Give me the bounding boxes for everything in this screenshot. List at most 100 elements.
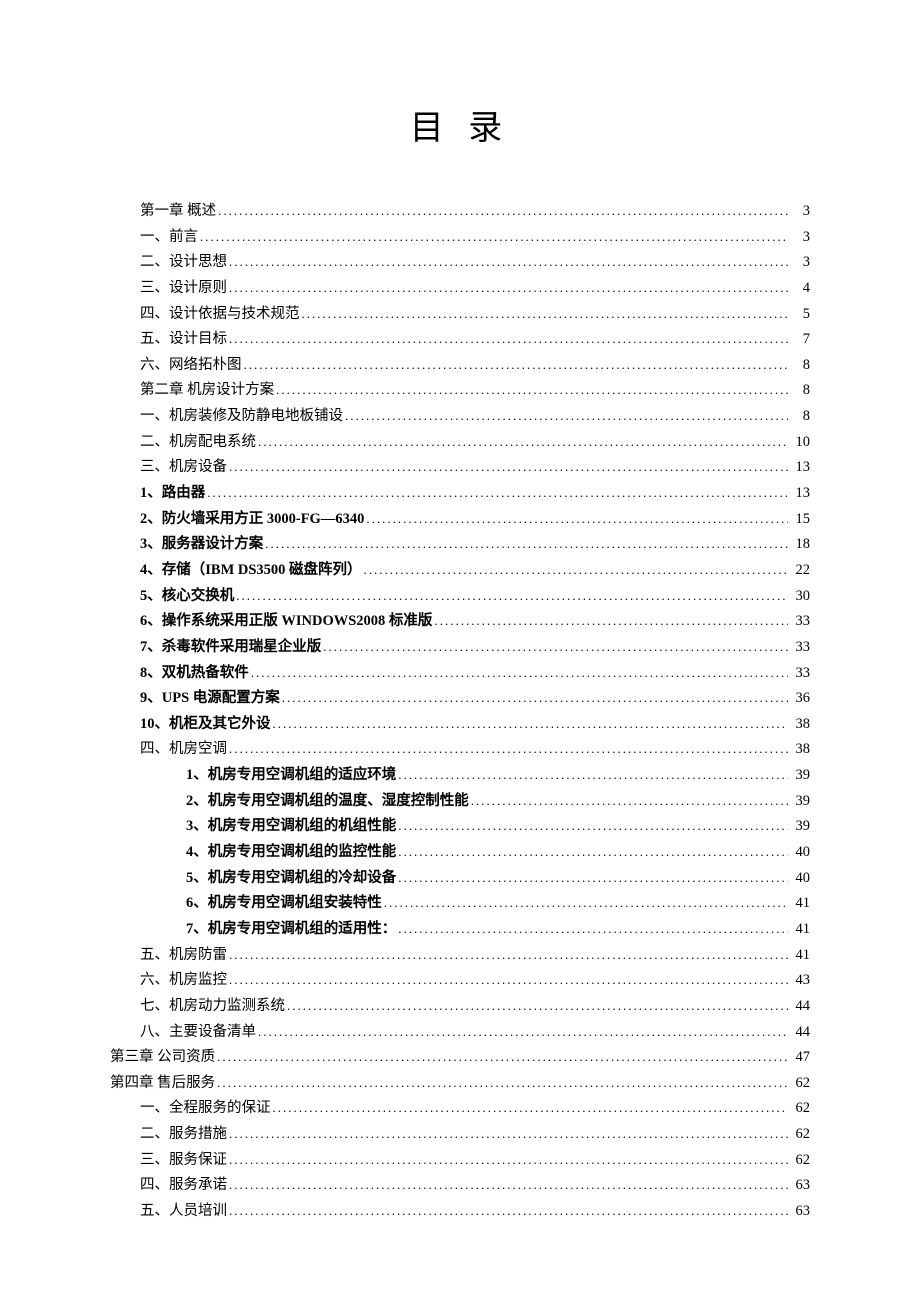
table-of-contents: 第一章 概述3一、前言3二、设计思想3三、设计原则4四、设计依据与技术规范5五、… <box>110 199 810 1224</box>
toc-entry-page: 3 <box>790 250 810 275</box>
toc-entry-label: 一、全程服务的保证 <box>140 1096 271 1121</box>
toc-entry[interactable]: 3、服务器设计方案 18 <box>110 532 810 557</box>
toc-entry-page: 41 <box>790 917 810 942</box>
toc-entry[interactable]: 4、存储（IBM DS3500 磁盘阵列）22 <box>110 558 810 583</box>
toc-entry[interactable]: 第一章 概述3 <box>110 199 810 224</box>
toc-entry-label: 4、机房专用空调机组的监控性能 <box>186 840 396 865</box>
toc-entry-page: 13 <box>790 481 810 506</box>
toc-leader-dots <box>229 1122 788 1147</box>
toc-entry-page: 63 <box>790 1173 810 1198</box>
toc-entry[interactable]: 1、路由器13 <box>110 481 810 506</box>
toc-entry[interactable]: 五、人员培训63 <box>110 1199 810 1224</box>
toc-entry[interactable]: 四、设计依据与技术规范5 <box>110 302 810 327</box>
toc-entry-page: 22 <box>790 558 810 583</box>
toc-entry-label: 6、操作系统采用正版 WINDOWS2008 标准版 <box>140 609 432 634</box>
toc-leader-dots <box>398 840 788 865</box>
toc-entry-label: 第三章 公司资质 <box>110 1045 215 1070</box>
toc-entry[interactable]: 8、双机热备软件33 <box>110 661 810 686</box>
toc-entry[interactable]: 第三章 公司资质 47 <box>110 1045 810 1070</box>
toc-entry[interactable]: 三、设计原则4 <box>110 276 810 301</box>
toc-entry[interactable]: 6、操作系统采用正版 WINDOWS2008 标准版 33 <box>110 609 810 634</box>
toc-leader-dots <box>273 712 789 737</box>
toc-entry[interactable]: 一、机房装修及防静电地板铺设8 <box>110 404 810 429</box>
toc-entry[interactable]: 八、主要设备清单44 <box>110 1020 810 1045</box>
toc-entry[interactable]: 1、机房专用空调机组的适应环境39 <box>110 763 810 788</box>
toc-entry[interactable]: 3、机房专用空调机组的机组性能 39 <box>110 814 810 839</box>
toc-entry[interactable]: 10、机柜及其它外设38 <box>110 712 810 737</box>
toc-entry[interactable]: 三、机房设备 13 <box>110 455 810 480</box>
toc-entry-page: 62 <box>790 1148 810 1173</box>
toc-entry-page: 41 <box>790 943 810 968</box>
toc-leader-dots <box>229 1173 788 1198</box>
toc-entry-label: 五、人员培训 <box>140 1199 227 1224</box>
toc-entry-label: 第四章 售后服务 <box>110 1071 215 1096</box>
toc-entry-page: 13 <box>790 455 810 480</box>
toc-entry[interactable]: 7、杀毒软件采用瑞星企业版33 <box>110 635 810 660</box>
toc-entry-label: 3、机房专用空调机组的机组性能 <box>186 814 396 839</box>
toc-entry[interactable]: 五、设计目标7 <box>110 327 810 352</box>
toc-entry-page: 40 <box>790 866 810 891</box>
toc-entry-page: 3 <box>790 225 810 250</box>
toc-entry[interactable]: 四、服务承诺63 <box>110 1173 810 1198</box>
toc-entry-label: 一、机房装修及防静电地板铺设 <box>140 404 343 429</box>
toc-entry-page: 39 <box>790 814 810 839</box>
toc-leader-dots <box>229 250 788 275</box>
toc-entry[interactable]: 四、机房空调38 <box>110 737 810 762</box>
toc-entry-label: 3、服务器设计方案 <box>140 532 263 557</box>
toc-entry-label: 六、网络拓朴图 <box>140 353 242 378</box>
toc-entry[interactable]: 6、机房专用空调机组安装特性 41 <box>110 891 810 916</box>
toc-entry-label: 七、机房动力监测系统 <box>140 994 285 1019</box>
toc-entry-label: 八、主要设备清单 <box>140 1020 256 1045</box>
toc-entry[interactable]: 第四章 售后服务62 <box>110 1071 810 1096</box>
toc-entry[interactable]: 7、机房专用空调机组的适用性：41 <box>110 917 810 942</box>
toc-entry[interactable]: 二、设计思想 3 <box>110 250 810 275</box>
toc-entry[interactable]: 4、机房专用空调机组的监控性能 40 <box>110 840 810 865</box>
toc-entry-label: 6、机房专用空调机组安装特性 <box>186 891 382 916</box>
toc-leader-dots <box>218 199 788 224</box>
toc-entry-label: 三、设计原则 <box>140 276 227 301</box>
toc-entry-page: 18 <box>790 532 810 557</box>
toc-entry[interactable]: 二、服务措施62 <box>110 1122 810 1147</box>
toc-entry[interactable]: 一、全程服务的保证62 <box>110 1096 810 1121</box>
toc-entry[interactable]: 五、机房防雷41 <box>110 943 810 968</box>
toc-entry[interactable]: 六、机房监控43 <box>110 968 810 993</box>
toc-leader-dots <box>236 584 788 609</box>
toc-entry-label: 二、机房配电系统 <box>140 430 256 455</box>
toc-leader-dots <box>345 404 788 429</box>
toc-entry-page: 33 <box>790 635 810 660</box>
toc-leader-dots <box>229 455 788 480</box>
toc-entry[interactable]: 二、机房配电系统10 <box>110 430 810 455</box>
toc-leader-dots <box>229 327 788 352</box>
toc-leader-dots <box>258 1020 788 1045</box>
toc-leader-dots <box>217 1071 788 1096</box>
toc-entry-page: 47 <box>790 1045 810 1070</box>
toc-entry[interactable]: 七、机房动力监测系统44 <box>110 994 810 1019</box>
toc-entry[interactable]: 9、UPS 电源配置方案36 <box>110 686 810 711</box>
toc-entry-page: 39 <box>790 789 810 814</box>
toc-entry[interactable]: 一、前言3 <box>110 225 810 250</box>
toc-entry-page: 40 <box>790 840 810 865</box>
toc-entry-page: 41 <box>790 891 810 916</box>
toc-leader-dots <box>434 609 788 634</box>
toc-leader-dots <box>471 789 788 814</box>
toc-entry-page: 36 <box>790 686 810 711</box>
toc-entry[interactable]: 5、机房专用空调机组的冷却设备40 <box>110 866 810 891</box>
toc-leader-dots <box>302 302 789 327</box>
toc-leader-dots <box>229 737 788 762</box>
toc-leader-dots <box>364 558 788 583</box>
toc-leader-dots <box>258 430 788 455</box>
toc-leader-dots <box>229 1148 788 1173</box>
toc-entry[interactable]: 2、防火墙采用方正 3000-FG—634015 <box>110 507 810 532</box>
toc-entry[interactable]: 5、核心交换机30 <box>110 584 810 609</box>
toc-entry[interactable]: 2、机房专用空调机组的温度、湿度控制性能39 <box>110 789 810 814</box>
toc-entry[interactable]: 六、网络拓朴图8 <box>110 353 810 378</box>
toc-entry-page: 33 <box>790 609 810 634</box>
toc-entry[interactable]: 第二章 机房设计方案8 <box>110 378 810 403</box>
toc-entry-label: 二、设计思想 <box>140 250 227 275</box>
toc-leader-dots <box>384 891 788 916</box>
toc-leader-dots <box>398 917 788 942</box>
toc-entry-label: 三、机房设备 <box>140 455 227 480</box>
toc-leader-dots <box>229 276 788 301</box>
toc-entry[interactable]: 三、服务保证62 <box>110 1148 810 1173</box>
toc-entry-label: 10、机柜及其它外设 <box>140 712 271 737</box>
